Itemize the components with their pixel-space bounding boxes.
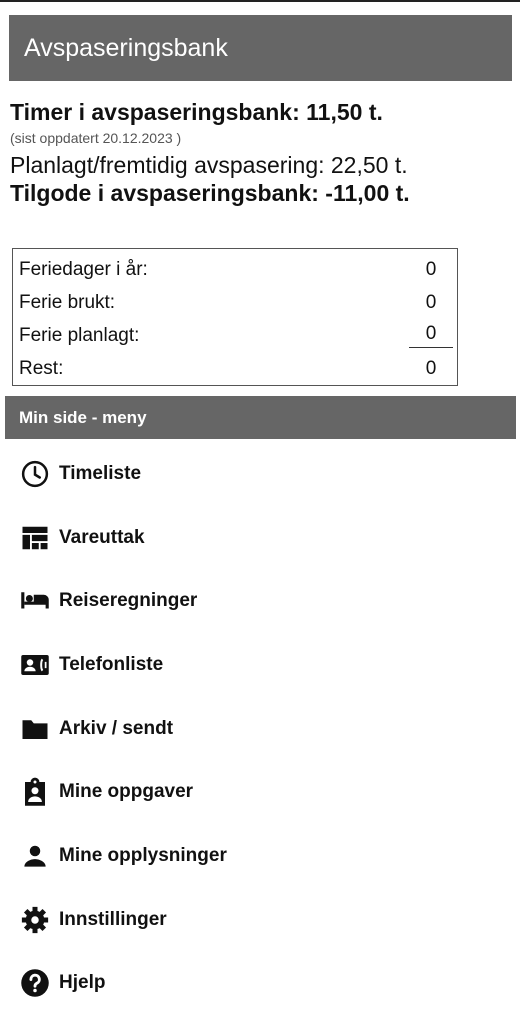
help-icon: [20, 967, 52, 999]
menu-item-hjelp[interactable]: Hjelp: [0, 952, 520, 1016]
menu-item-label: Arkiv / sendt: [59, 717, 174, 739]
menu-item-label: Hjelp: [59, 972, 106, 994]
person-icon: [20, 840, 52, 872]
vacation-row: Feriedager i år: 0: [19, 253, 457, 286]
main-menu: Timeliste Vareuttak Reiseregninger Telef…: [0, 442, 520, 1015]
menu-title: Min side - meny: [19, 407, 147, 427]
menu-item-arkiv[interactable]: Arkiv / sendt: [0, 697, 520, 761]
planned-leave: Planlagt/fremtidig avspasering: 22,50 t.: [10, 152, 408, 178]
page-title: Avspaseringsbank: [24, 33, 228, 62]
menu-item-label: Reiseregninger: [59, 590, 198, 612]
vacation-row: Ferie brukt: 0: [19, 286, 457, 319]
menu-item-label: Timeliste: [59, 462, 142, 484]
vacation-row: Rest: 0: [19, 352, 457, 385]
menu-item-label: Telefonliste: [59, 653, 164, 675]
bed-icon: [20, 585, 52, 617]
menu-item-vareuttak[interactable]: Vareuttak: [0, 506, 520, 570]
folder-icon: [20, 713, 52, 745]
vacation-value: 0: [425, 258, 437, 280]
menu-item-label: Mine opplysninger: [59, 844, 227, 866]
gear-icon: [20, 904, 52, 936]
app-header: Avspaseringsbank: [9, 15, 512, 81]
menu-item-mine-opplysninger[interactable]: Mine opplysninger: [0, 824, 520, 888]
clipboard-person-icon: [20, 776, 52, 808]
top-divider: [0, 0, 520, 2]
vacation-value: 0: [425, 291, 437, 313]
dashboard-icon: [20, 522, 52, 554]
bank-credit: Tilgode i avspaseringsbank: -11,00 t.: [10, 180, 410, 206]
menu-item-label: Mine oppgaver: [59, 781, 194, 803]
menu-item-label: Vareuttak: [59, 526, 145, 548]
contact-phone-icon: [20, 649, 52, 681]
vacation-value: 0: [409, 323, 453, 348]
vacation-row: Ferie planlagt: 0: [19, 319, 457, 352]
vacation-label: Rest:: [19, 357, 64, 379]
menu-item-timeliste[interactable]: Timeliste: [0, 442, 520, 506]
overtime-bank-summary: Timer i avspaseringsbank: 11,50 t. (sist…: [10, 97, 510, 207]
menu-item-mine-oppgaver[interactable]: Mine oppgaver: [0, 760, 520, 824]
menu-item-label: Innstillinger: [59, 908, 167, 930]
vacation-label: Feriedager i år:: [19, 258, 148, 280]
vacation-label: Ferie planlagt:: [19, 324, 140, 346]
menu-item-reiseregninger[interactable]: Reiseregninger: [0, 569, 520, 633]
clock-icon: [20, 458, 52, 490]
vacation-table: Feriedager i år: 0 Ferie brukt: 0 Ferie …: [12, 248, 458, 386]
menu-item-telefonliste[interactable]: Telefonliste: [0, 633, 520, 697]
last-updated: (sist oppdatert 20.12.2023 ): [10, 130, 182, 146]
bank-hours: Timer i avspaseringsbank: 11,50 t.: [10, 99, 383, 125]
vacation-label: Ferie brukt:: [19, 291, 116, 313]
vacation-value: 0: [425, 357, 437, 379]
menu-item-innstillinger[interactable]: Innstillinger: [0, 888, 520, 952]
menu-header: Min side - meny: [5, 396, 516, 439]
